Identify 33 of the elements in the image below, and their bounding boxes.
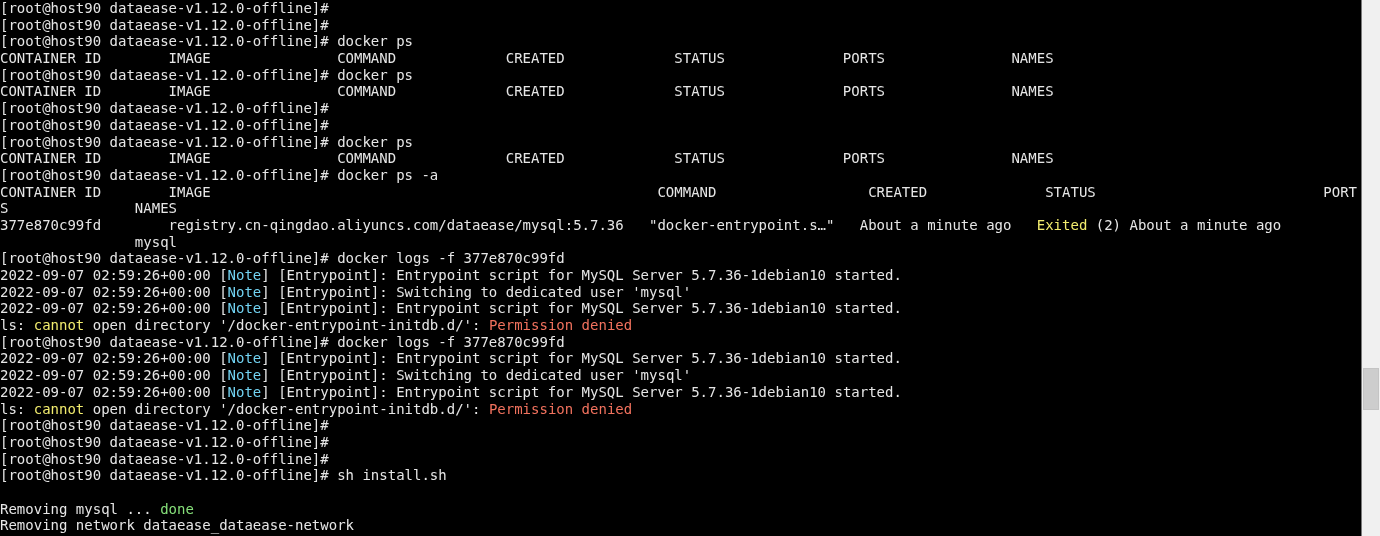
terminal-line: 2022-09-07 02:59:26+00:00 [Note] [Entrypoint]: Switching to dedicated user 'mysql' [0,283,692,301]
terminal-line: CONTAINER ID IMAGE COMMAND CREATED STATUS PORTS NAMES [0,50,1054,67]
terminal-line: 2022-09-07 02:59:26+00:00 [Note] [Entrypoint]: Entrypoint script for MySQL Server 5.7.36-1debian10 started. [0,383,902,401]
terminal-line: 2022-09-07 02:59:26+00:00 [Note] [Entrypoint]: Entrypoint script for MySQL Server 5.7.36-1debian10 started. [0,300,902,318]
terminal-line: [root@host90 dataease-v1.12.0-offline]# [0,0,329,17]
terminal-line: [root@host90 dataease-v1.12.0-offline]# docker ps [0,66,413,84]
terminal-line: CONTAINER ID IMAGE COMMAND CREATED STATUS PORTS NAMES [0,83,1054,101]
terminal-line: [root@host90 dataease-v1.12.0-offline]# [0,450,329,468]
terminal-line: Removing mysql ... done [0,500,194,518]
terminal-line: Removing network dataease_dataease-network [0,517,354,534]
terminal-line: [root@host90 dataease-v1.12.0-offline]# docker ps -a [0,166,439,184]
terminal-line: [root@host90 dataease-v1.12.0-offline]# sh install.sh [0,467,447,484]
terminal-line: mysql [133,233,177,251]
terminal-line: [root@host90 dataease-v1.12.0-offline]# docker logs -f 377e870c99fd [0,250,565,267]
scrollbar-thumb[interactable] [1363,368,1379,410]
terminal-line: ls: cannot open directory '/docker-entrypoint-initdb.d/': Permission denied [0,317,633,334]
terminal-line: CONTAINER ID IMAGE COMMAND CREATED STATUS PORT [0,183,1358,201]
terminal-line: [root@host90 dataease-v1.12.0-offline]# docker ps [0,133,413,151]
terminal-line: [root@host90 dataease-v1.12.0-offline]# [0,417,329,434]
terminal-line: 2022-09-07 02:59:26+00:00 [Note] [Entrypoint]: Switching to dedicated user 'mysql' [0,367,692,384]
terminal-line: [root@host90 dataease-v1.12.0-offline]# docker logs -f 377e870c99fd [0,333,565,351]
terminal-line: CONTAINER ID IMAGE COMMAND CREATED STATUS PORTS NAMES [0,150,1054,167]
terminal-line: ls: cannot open directory '/docker-entrypoint-initdb.d/': Permission denied [0,400,633,418]
terminal-line: [root@host90 dataease-v1.12.0-offline]# [0,433,329,451]
terminal-line: [root@host90 dataease-v1.12.0-offline]# [0,116,329,134]
terminal-line: [root@host90 dataease-v1.12.0-offline]# docker ps [0,33,413,51]
terminal-line: 377e870c99fd registry.cn-qingdao.aliyuncs.com/dataease/mysql:5.7.36 "docker-entrypoint.s…" About a minute ago Exited (2) About a minute ago [0,216,1282,234]
scrollbar[interactable] [1362,0,1380,536]
terminal-line: [root@host90 dataease-v1.12.0-offline]# [0,16,329,34]
terminal-line: S NAMES [0,200,177,217]
terminal-line: 2022-09-07 02:59:26+00:00 [Note] [Entrypoint]: Entrypoint script for MySQL Server 5.7.36-1debian10 started. [0,350,902,368]
terminal-line: 2022-09-07 02:59:26+00:00 [Note] [Entrypoint]: Entrypoint script for MySQL Server 5.7.36-1debian10 started. [0,267,902,284]
terminal-line: [root@host90 dataease-v1.12.0-offline]# [0,100,329,117]
